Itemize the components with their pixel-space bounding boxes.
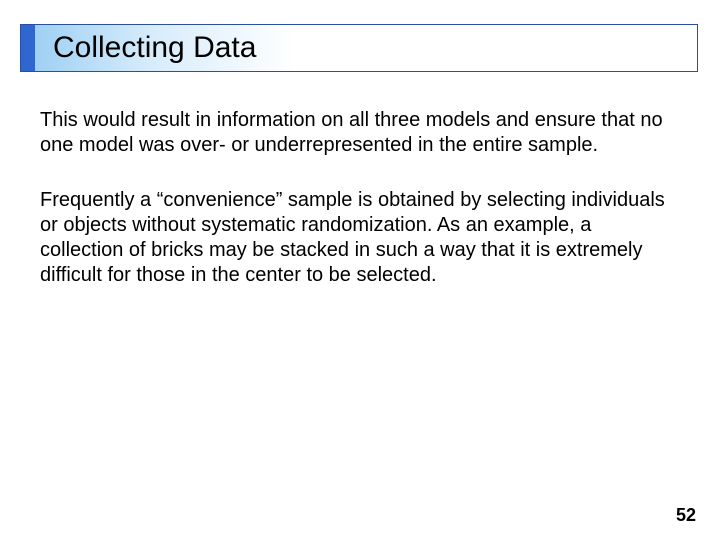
paragraph: This would result in information on all … (40, 108, 680, 158)
body-content: This would result in information on all … (40, 108, 680, 318)
slide-title: Collecting Data (53, 31, 256, 65)
paragraph: Frequently a “convenience” sample is obt… (40, 188, 680, 288)
title-background (295, 25, 697, 71)
slide: Collecting Data This would result in inf… (0, 0, 720, 540)
title-accent-bar (21, 25, 35, 71)
title-box: Collecting Data (20, 24, 698, 72)
page-number: 52 (676, 505, 696, 526)
